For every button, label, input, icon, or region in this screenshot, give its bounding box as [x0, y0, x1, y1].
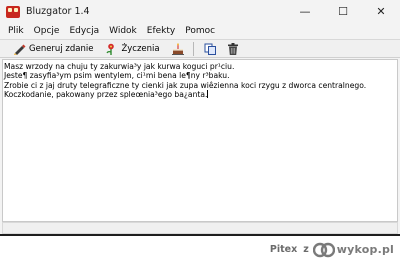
- text-editor[interactable]: Masz wrzody na chuju ty zakurwia³y jak k…: [2, 59, 398, 222]
- horizontal-scrollbar[interactable]: [2, 222, 398, 234]
- wishes-button[interactable]: Życzenia: [102, 41, 162, 57]
- cake-icon: [171, 42, 184, 55]
- menu-efekty[interactable]: Efekty: [143, 26, 179, 36]
- generate-sentence-button[interactable]: Generuj zdanie: [10, 41, 96, 57]
- text-caret: [207, 89, 209, 98]
- window-controls: — ☐ ✕: [286, 0, 400, 23]
- generate-sentence-label: Generuj zdanie: [29, 43, 94, 54]
- copy-icon: [204, 43, 217, 55]
- toolbar: Generuj zdanie Życzenia: [0, 39, 400, 58]
- copy-button[interactable]: [202, 41, 220, 57]
- menu-widok[interactable]: Widok: [105, 26, 141, 36]
- trash-icon: [227, 42, 238, 55]
- editor-line: Masz wrzody na chuju ty zakurwia³y jak k…: [4, 62, 235, 71]
- title-bar[interactable]: Bluzgator 1.4 — ☐ ✕: [0, 0, 400, 23]
- wykop-logo: wykop.pl: [312, 242, 394, 258]
- pen-icon: [14, 44, 26, 55]
- wykop-logo-icon: [312, 242, 335, 257]
- maximize-button[interactable]: ☐: [324, 0, 362, 23]
- watermark-footer: Pitex z wykop.pl: [0, 238, 400, 261]
- close-button[interactable]: ✕: [362, 0, 400, 23]
- editor-line: Jeste¶ zasyfia³ym psim wentylem, ci¹mi b…: [4, 71, 230, 81]
- watermark-user: Pitex: [269, 244, 298, 255]
- wishes-label: Życzenia: [121, 43, 160, 54]
- editor-line-last: Koczkodanie, pakowany przez spleœnia³ego…: [3, 89, 397, 99]
- menu-plik[interactable]: Plik: [4, 26, 28, 36]
- menu-bar: Plik Opcje Edycja Widok Efekty Pomoc: [0, 23, 400, 39]
- editor-line-text: Koczkodanie, pakowany przez spleœnia³ego…: [4, 89, 208, 99]
- editor-lines: Masz wrzody na chuju ty zakurwia³y jak k…: [3, 60, 397, 99]
- watermark-z: z: [303, 244, 309, 255]
- menu-pomoc[interactable]: Pomoc: [181, 26, 219, 36]
- wykop-logo-text: wykop.pl: [336, 243, 394, 256]
- menu-opcje[interactable]: Opcje: [30, 26, 64, 36]
- menu-edycja[interactable]: Edycja: [65, 26, 103, 36]
- cake-button[interactable]: [169, 41, 187, 57]
- window-title: Bluzgator 1.4: [26, 6, 90, 17]
- delete-button[interactable]: [224, 41, 242, 57]
- editor-line: Zrobie ci z jaj druty telegraficzne ty c…: [4, 80, 367, 90]
- minimize-button[interactable]: —: [286, 0, 324, 23]
- flower-icon: [106, 43, 115, 55]
- app-icon: [6, 5, 20, 18]
- toolbar-separator: [192, 41, 194, 56]
